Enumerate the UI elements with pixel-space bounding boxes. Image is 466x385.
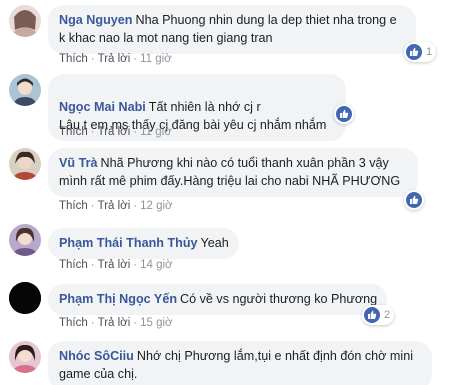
comment-author[interactable]: Phạm Thái Thanh Thủy	[59, 236, 198, 250]
like-button[interactable]: Thích	[59, 126, 88, 138]
reaction-count[interactable]	[334, 104, 354, 124]
reaction-count[interactable]	[404, 190, 424, 210]
comment-author[interactable]: Vũ Trà	[59, 156, 98, 170]
comment-author[interactable]: Nga Nguyen	[59, 13, 132, 27]
timestamp[interactable]: 12 giờ	[140, 200, 172, 212]
avatar[interactable]	[9, 282, 41, 314]
comment-text: Nhã Phương khi nào có tuổi thanh xuân ph…	[59, 156, 401, 188]
comment-text: Có về vs người thương ko Phương	[180, 292, 378, 306]
like-button[interactable]: Thích	[59, 53, 88, 65]
like-button[interactable]: Thích	[59, 317, 88, 329]
reaction-count[interactable]: 2	[362, 305, 395, 325]
timestamp[interactable]: 11 giờ	[140, 53, 172, 65]
comment-actions: Thích · Trả lời · 11 giờ	[59, 126, 172, 138]
like-icon	[364, 307, 380, 323]
avatar[interactable]	[9, 341, 41, 373]
reply-button[interactable]: Trả lời	[98, 126, 131, 138]
comment-bubble: Phạm Thái Thanh Thủy Yeah	[48, 228, 239, 259]
timestamp[interactable]: 14 giờ	[140, 259, 172, 271]
comment-bubble: Phạm Thị Ngọc Yến Có về vs người thương k…	[48, 284, 388, 315]
like-count: 2	[384, 309, 391, 321]
like-icon	[406, 44, 422, 60]
avatar[interactable]	[9, 74, 41, 106]
comment-bubble: Vũ Trà Nhã Phương khi nào có tuổi thanh x…	[48, 148, 418, 197]
reply-button[interactable]: Trả lời	[98, 259, 131, 271]
comment-author[interactable]: Phạm Thị Ngọc Yến	[59, 292, 177, 306]
like-icon	[336, 106, 352, 122]
comment-text: Yeah	[200, 236, 229, 250]
comment-actions: Thích · Trả lời · 11 giờ	[59, 53, 172, 65]
avatar[interactable]	[9, 148, 41, 180]
comment-author[interactable]: Nhóc SôCiiu	[59, 349, 134, 363]
avatar[interactable]	[9, 5, 41, 37]
comment-author[interactable]: Ngọc Mai Nabi	[59, 100, 146, 114]
reply-button[interactable]: Trả lời	[98, 200, 131, 212]
like-count: 1	[426, 46, 433, 58]
like-button[interactable]: Thích	[59, 200, 88, 212]
reaction-count[interactable]: 1	[404, 42, 437, 62]
like-icon	[406, 192, 422, 208]
comment-bubble: Nga Nguyen Nha Phuong nhin dung la dep th…	[48, 5, 416, 54]
like-button[interactable]: Thích	[59, 259, 88, 271]
reply-button[interactable]: Trả lời	[98, 53, 131, 65]
avatar[interactable]	[9, 224, 41, 256]
reply-button[interactable]: Trả lời	[98, 317, 131, 329]
comment-bubble: Nhóc SôCiiu Nhớ chị Phương lắm,tụi e nhất…	[48, 341, 432, 385]
comment-actions: Thích · Trả lời · 14 giờ	[59, 259, 173, 271]
comment-actions: Thích · Trả lời · 15 giờ	[59, 317, 173, 329]
timestamp[interactable]: 11 giờ	[140, 126, 172, 138]
comment-actions: Thích · Trả lời · 12 giờ	[59, 200, 173, 212]
timestamp[interactable]: 15 giờ	[140, 317, 172, 329]
